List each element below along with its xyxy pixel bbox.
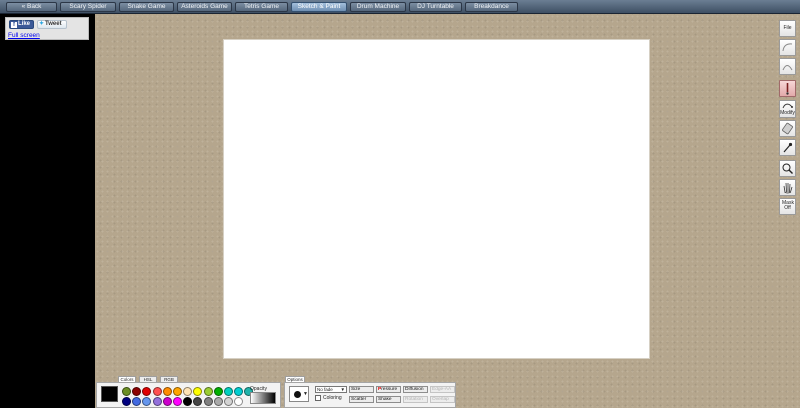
like-label: Like xyxy=(18,21,31,27)
zoom-tool-button[interactable] xyxy=(779,160,796,177)
modify-tool-button[interactable]: Modify xyxy=(779,100,796,118)
size-toggle[interactable]: Size xyxy=(349,386,374,393)
color-swatch[interactable] xyxy=(132,397,142,406)
overlap-toggle[interactable]: Overlap xyxy=(430,396,455,403)
brush-shape-dropdown[interactable]: ▼ xyxy=(289,386,309,402)
color-swatch[interactable] xyxy=(213,397,223,406)
color-swatch[interactable] xyxy=(203,397,213,406)
color-swatch[interactable] xyxy=(193,397,203,406)
nav-dj-turntable-button[interactable]: DJ Turntable xyxy=(409,2,462,12)
color-swatch[interactable] xyxy=(152,397,162,406)
left-sidebar xyxy=(0,14,95,408)
brush-dot-icon xyxy=(294,391,301,398)
coloring-checkbox[interactable] xyxy=(315,395,321,401)
diffusion-toggle-label: Diffusion xyxy=(405,387,424,392)
arc-tool-button[interactable] xyxy=(779,58,796,75)
color-swatch[interactable] xyxy=(152,387,162,396)
eyedropper-icon xyxy=(783,142,793,153)
full-screen-link[interactable]: Full screen xyxy=(8,32,40,39)
edge-aa-toggle[interactable]: Edge-AA xyxy=(430,386,455,393)
curve-icon xyxy=(782,43,793,52)
color-swatch[interactable] xyxy=(173,387,182,396)
scatter-toggle[interactable]: Scatter xyxy=(349,396,374,403)
scatter-toggle-label: Scatter xyxy=(351,397,367,402)
edge-aa-toggle-label: Edge-AA xyxy=(432,387,452,392)
color-swatch[interactable] xyxy=(234,397,244,406)
color-swatch[interactable] xyxy=(122,387,131,396)
color-swatch[interactable] xyxy=(142,397,152,406)
paint-workspace: File Modify Mask Off Colors HSL RGB Opac… xyxy=(95,14,800,408)
hand-tool-button[interactable] xyxy=(779,179,796,196)
color-swatch[interactable] xyxy=(193,387,203,396)
opacity-slider[interactable] xyxy=(250,392,276,404)
color-swatch[interactable] xyxy=(203,387,213,396)
rotation-toggle[interactable]: Rotation xyxy=(403,396,428,403)
color-swatch[interactable] xyxy=(224,397,233,406)
mask-icon: Mask Off xyxy=(782,200,794,211)
magnifier-icon xyxy=(782,163,793,174)
tweet-button[interactable]: ✦Tweet xyxy=(37,20,67,29)
color-swatch[interactable] xyxy=(224,387,233,396)
brush-tool-button[interactable] xyxy=(779,80,796,97)
color-swatch[interactable] xyxy=(142,387,152,396)
rotation-toggle-label: Rotation xyxy=(405,397,423,402)
color-palette-panel: Opacity xyxy=(96,382,281,408)
social-share-box: f Like ✦Tweet Full screen xyxy=(5,17,89,40)
nav-tetris-game-button[interactable]: Tetris Game xyxy=(235,2,288,12)
curve-icon xyxy=(782,65,793,71)
nav-asteroids-game-button[interactable]: Asteroids Game xyxy=(177,2,232,12)
curve-tool-button[interactable] xyxy=(779,39,796,56)
shake-toggle[interactable]: Shake xyxy=(376,396,401,403)
pressure-toggle[interactable]: Pressure xyxy=(376,386,401,393)
color-swatch[interactable] xyxy=(162,397,172,406)
eraser-icon xyxy=(782,122,793,135)
color-swatch[interactable] xyxy=(213,387,223,396)
brush-options-panel: ▼ No fade ▼ Coloring Size Pressure Diffu… xyxy=(284,382,456,408)
eraser-tool-button[interactable] xyxy=(779,120,796,137)
dropdown-arrow-icon: ▼ xyxy=(303,391,308,397)
shake-toggle-label: Shake xyxy=(378,397,392,402)
nav-sketch-paint-button[interactable]: Sketch & Paint xyxy=(291,2,347,12)
top-navigation-bar: « Back Scary Spider Snake Game Asteroids… xyxy=(0,0,800,14)
fade-select-value: No fade xyxy=(317,387,333,392)
overlap-toggle-label: Overlap xyxy=(432,397,449,402)
file-tool-button[interactable]: File xyxy=(779,20,796,37)
size-toggle-label: Size xyxy=(351,387,361,392)
diffusion-toggle[interactable]: Diffusion xyxy=(403,386,428,393)
facebook-like-button[interactable]: f Like xyxy=(9,20,34,29)
twitter-bird-icon: ✦ xyxy=(39,21,45,27)
color-swatch[interactable] xyxy=(183,397,193,406)
coloring-label: Coloring xyxy=(323,395,342,401)
color-swatch[interactable] xyxy=(234,387,244,396)
tweet-label: Tweet xyxy=(45,21,62,27)
color-swatch[interactable] xyxy=(162,387,172,396)
nav-back-button[interactable]: « Back xyxy=(6,2,57,12)
modify-label: Modify xyxy=(780,110,795,116)
drawing-canvas[interactable] xyxy=(223,39,650,359)
eyedropper-tool-button[interactable] xyxy=(779,139,796,156)
file-icon: File xyxy=(783,25,792,31)
color-swatch[interactable] xyxy=(122,397,131,406)
fade-select[interactable]: No fade ▼ xyxy=(315,386,347,393)
color-swatch[interactable] xyxy=(173,397,182,406)
color-swatch[interactable] xyxy=(183,387,193,396)
pressure-toggle-label: ressure xyxy=(381,387,398,392)
color-swatch[interactable] xyxy=(132,387,142,396)
nav-scary-spider-button[interactable]: Scary Spider xyxy=(60,2,116,12)
brush-icon xyxy=(786,83,789,95)
nav-breakdance-button[interactable]: Breakdance xyxy=(465,2,518,12)
current-color-swatch[interactable] xyxy=(101,386,118,402)
nav-snake-game-button[interactable]: Snake Game xyxy=(119,2,174,12)
dropdown-arrow-icon: ▼ xyxy=(340,387,345,392)
facebook-icon: f xyxy=(11,21,17,28)
hand-icon xyxy=(783,182,793,194)
nav-drum-machine-button[interactable]: Drum Machine xyxy=(350,2,406,12)
mask-toggle-button[interactable]: Mask Off xyxy=(779,198,796,215)
